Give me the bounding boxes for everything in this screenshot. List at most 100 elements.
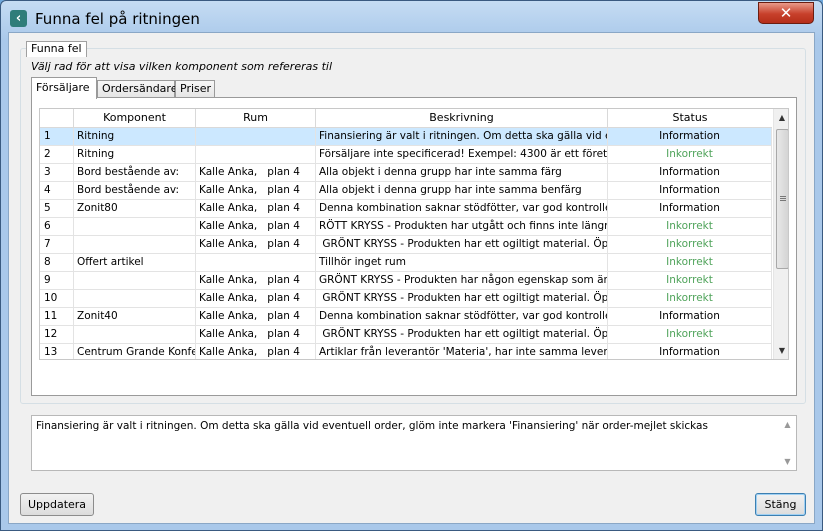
row-index: 10 [40, 290, 74, 308]
description-text: Finansiering är valt i ritningen. Om det… [36, 420, 708, 432]
cell-komponent: Zonit80 [74, 200, 196, 218]
column-header-status[interactable]: Status [608, 109, 772, 128]
cell-komponent: Bord bestående av: [74, 182, 196, 200]
cell-komponent [74, 218, 196, 236]
table-row[interactable]: 13Centrum Grande KonferensKalle Anka, pl… [40, 344, 772, 359]
cell-status: Inkorrekt [608, 272, 772, 290]
table-row[interactable]: 6 Kalle Anka, plan 4 RÖTT KRYSS - Produkte… [40, 218, 772, 236]
close-button[interactable]: Stäng [755, 493, 806, 516]
close-window-button[interactable]: ✕ [758, 2, 814, 24]
table-row[interactable]: 7 Kalle Anka, plan 4 GRÖNT KRYSS - Produk… [40, 236, 772, 254]
row-index: 1 [40, 128, 74, 146]
scroll-down-icon[interactable]: ▼ [779, 457, 796, 466]
cell-beskrivning: Försäljare inte specificerad! Exempel: 4… [316, 146, 608, 164]
grip-line [780, 198, 786, 199]
table-row[interactable]: 8 Offert artikel Tillhör inget rum Inkorrek… [40, 254, 772, 272]
cell-beskrivning: Denna kombination saknar stödfötter, var… [316, 200, 608, 218]
cell-rum: Kalle Anka, plan 4 [196, 164, 316, 182]
cell-komponent: Offert artikel [74, 254, 196, 272]
cell-beskrivning: Finansiering är valt i ritningen. Om det… [316, 128, 608, 146]
group-legend: Funna fel [26, 41, 87, 57]
cell-rum: Kalle Anka, plan 4 [196, 290, 316, 308]
cell-rum: Kalle Anka, plan 4 [196, 236, 316, 254]
cell-status: Information [608, 200, 772, 218]
cell-komponent [74, 272, 196, 290]
cell-beskrivning: GRÖNT KRYSS - Produkten har ett ogiltigt… [316, 326, 608, 344]
grip-line [780, 200, 786, 201]
grip-line [780, 196, 786, 197]
description-scrollbar[interactable]: ▲ ▼ [779, 416, 796, 470]
cell-status: Inkorrekt [608, 146, 772, 164]
table-row[interactable]: 2 Ritning Försäljare inte specificerad! Ex… [40, 146, 772, 164]
table-scrollbar[interactable]: ▲ ▼ [773, 109, 788, 359]
table-row[interactable]: 10 Kalle Anka, plan 4 GRÖNT KRYSS - Produ… [40, 290, 772, 308]
cell-komponent: Centrum Grande Konferens [74, 344, 196, 359]
back-arrow-icon: ‹ [10, 10, 27, 27]
scroll-down-icon[interactable]: ▼ [774, 342, 788, 359]
cell-rum: Kalle Anka, plan 4 [196, 308, 316, 326]
scrollbar-thumb[interactable] [776, 129, 788, 269]
tab-forsaljare[interactable]: Försäljare [31, 77, 97, 99]
cell-beskrivning: RÖTT KRYSS - Produkten har utgått och fi… [316, 218, 608, 236]
column-header-komponent[interactable]: Komponent [74, 109, 196, 128]
scroll-up-icon[interactable]: ▲ [774, 109, 788, 126]
cell-rum [196, 146, 316, 164]
cell-status: Information [608, 344, 772, 359]
table-row[interactable]: 9 Kalle Anka, plan 4 GRÖNT KRYSS - Produkt… [40, 272, 772, 290]
cell-beskrivning: GRÖNT KRYSS - Produkten har någon egensk… [316, 272, 608, 290]
cell-rum: Kalle Anka, plan 4 [196, 326, 316, 344]
cell-rum: Kalle Anka, plan 4 [196, 200, 316, 218]
errors-table: Komponent Rum Beskrivning Status 1 Ritnin… [39, 108, 789, 360]
cell-komponent [74, 326, 196, 344]
row-index: 4 [40, 182, 74, 200]
tab-ordersandare[interactable]: Ordersändare [97, 80, 177, 98]
cell-komponent: Bord bestående av: [74, 164, 196, 182]
client-area: Funna fel Välj rad för att visa vilken k… [8, 32, 815, 524]
cell-status: Information [608, 308, 772, 326]
cell-status: Inkorrekt [608, 254, 772, 272]
cell-komponent [74, 236, 196, 254]
table-row[interactable]: 4 Bord bestående av: Kalle Anka, plan 4 All… [40, 182, 772, 200]
column-header-rum[interactable]: Rum [196, 109, 316, 128]
table-row[interactable]: 3 Bord bestående av: Kalle Anka, plan 4 All… [40, 164, 772, 182]
cell-rum: Kalle Anka, plan 4 [196, 344, 316, 359]
cell-komponent: Zonit40 [74, 308, 196, 326]
dialog-window: ‹ Funna fel på ritningen ✕ Funna fel Väl… [0, 0, 823, 531]
row-index: 9 [40, 272, 74, 290]
table-row[interactable]: 11 Zonit40 Kalle Anka, plan 4 Denna kombina… [40, 308, 772, 326]
cell-status: Information [608, 128, 772, 146]
row-index: 13 [40, 344, 74, 359]
refresh-button[interactable]: Uppdatera [20, 493, 94, 516]
tab-panel: Komponent Rum Beskrivning Status 1 Ritnin… [31, 97, 797, 396]
cell-komponent: Ritning [74, 128, 196, 146]
table-row[interactable]: 12 Kalle Anka, plan 4 GRÖNT KRYSS - Produ… [40, 326, 772, 344]
cell-beskrivning: Alla objekt i denna grupp har inte samma… [316, 182, 608, 200]
row-index: 12 [40, 326, 74, 344]
window-title: Funna fel på ritningen [35, 10, 200, 28]
cell-beskrivning: Alla objekt i denna grupp har inte samma… [316, 164, 608, 182]
title-bar: ‹ Funna fel på ritningen ✕ [1, 1, 822, 35]
cell-status: Inkorrekt [608, 326, 772, 344]
table-row[interactable]: 5 Zonit80 Kalle Anka, plan 4 Denna kombinat… [40, 200, 772, 218]
table-row[interactable]: 1 Ritning Finansiering är valt i ritningen… [40, 128, 772, 146]
cell-status: Inkorrekt [608, 290, 772, 308]
row-index: 8 [40, 254, 74, 272]
row-index: 3 [40, 164, 74, 182]
cell-beskrivning: Denna kombination saknar stödfötter, var… [316, 308, 608, 326]
cell-rum: Kalle Anka, plan 4 [196, 182, 316, 200]
description-textarea[interactable]: Finansiering är valt i ritningen. Om det… [31, 415, 797, 471]
row-index: 2 [40, 146, 74, 164]
row-index: 5 [40, 200, 74, 218]
row-index: 11 [40, 308, 74, 326]
instruction-text: Välj rad för att visa vilken komponent s… [31, 60, 333, 73]
column-header-beskrivning[interactable]: Beskrivning [316, 109, 608, 128]
cell-beskrivning: GRÖNT KRYSS - Produkten har ett ogiltigt… [316, 290, 608, 308]
cell-rum [196, 128, 316, 146]
cell-status: Information [608, 182, 772, 200]
column-header-index [40, 109, 74, 128]
scroll-up-icon[interactable]: ▲ [779, 420, 796, 429]
tab-priser[interactable]: Priser [175, 80, 215, 98]
cell-status: Information [608, 164, 772, 182]
cell-beskrivning: Artiklar från leverantör 'Materia', har … [316, 344, 608, 359]
row-index: 7 [40, 236, 74, 254]
